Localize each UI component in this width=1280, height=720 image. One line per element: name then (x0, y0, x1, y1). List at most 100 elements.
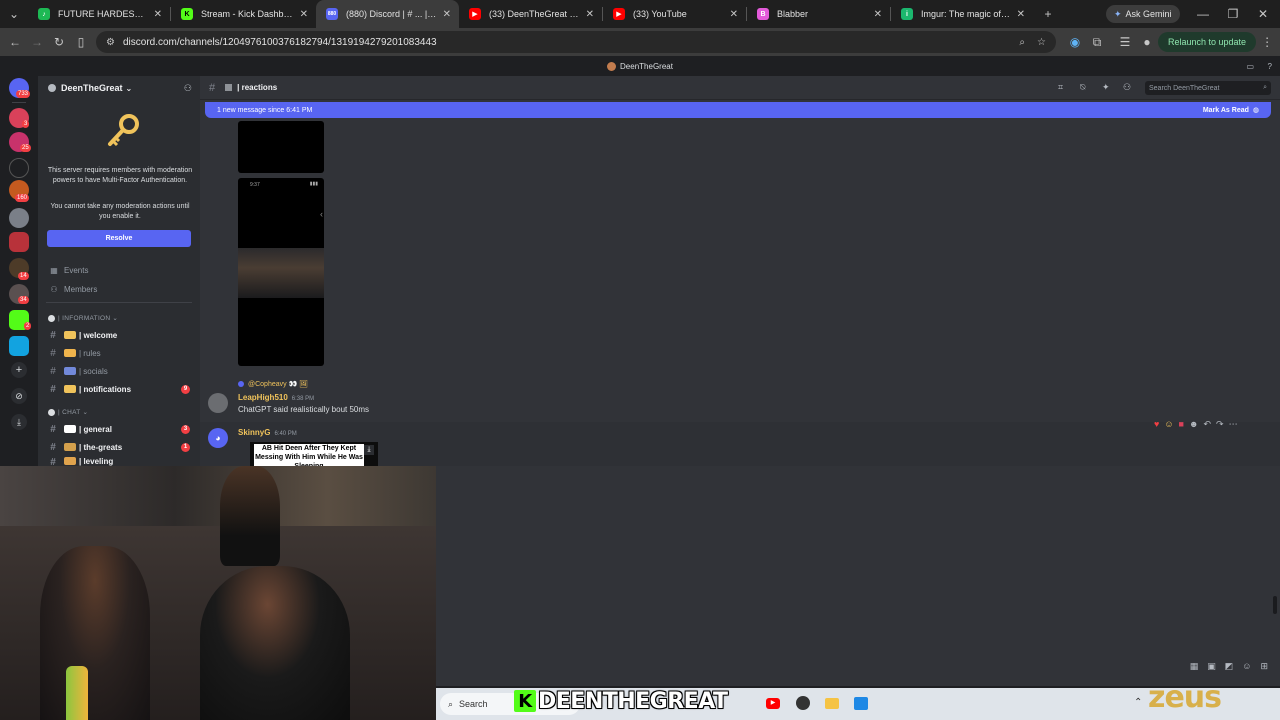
browser-tab[interactable]: ▶ (33) DeenTheGreat & Adrien ✕ (459, 0, 602, 28)
inbox-icon[interactable]: ▭ (1246, 62, 1254, 71)
browser-tab[interactable]: B Blabber ✕ (747, 0, 890, 28)
reaction-laugh-icon[interactable]: ☺ (1164, 419, 1173, 429)
members-link[interactable]: ⚇ Members (48, 285, 97, 294)
category-information[interactable]: | INFORMATION ⌄ (48, 314, 118, 322)
download-icon[interactable]: ⤓ (11, 414, 27, 430)
relaunch-button[interactable]: Relaunch to update (1158, 32, 1257, 52)
threads-icon[interactable]: ⌗ (1058, 82, 1063, 93)
apps-icon[interactable]: ⊞ (1260, 661, 1268, 672)
channel-socials[interactable]: # | socials (46, 363, 196, 379)
message-actions: ♥ ☺ ■ ☻ ↶ ↷ ⋯ (1154, 416, 1238, 432)
gift-icon[interactable]: ▦ (1190, 661, 1199, 672)
phone-status-icon: ▮▮▮ (309, 181, 318, 187)
app-icon[interactable] (854, 697, 868, 710)
bookmark-star-icon[interactable]: ☆ (1037, 37, 1046, 48)
category-chat[interactable]: | CHAT ⌄ (48, 408, 88, 416)
reload-icon[interactable]: ↻ (48, 31, 70, 53)
emoji-icon[interactable]: ☺ (1242, 661, 1251, 672)
image-attachment[interactable] (238, 121, 324, 173)
search-input[interactable]: Search DeenTheGreat ⌕ (1145, 81, 1271, 95)
mute-bell-icon[interactable]: ⍉ (1080, 82, 1085, 93)
channel-the-greats[interactable]: # | the-greats 1 (46, 439, 196, 455)
server-icon-active[interactable] (9, 232, 29, 252)
back-arrow-icon[interactable]: ← (4, 31, 26, 53)
close-tab-icon[interactable]: ✕ (300, 9, 308, 20)
author-name[interactable]: SkinnyG (238, 428, 270, 437)
zoom-icon[interactable]: ⌕ (1019, 37, 1025, 48)
chevron-up-icon[interactable]: ⌃ (1134, 697, 1142, 708)
server-icon[interactable] (9, 208, 29, 228)
new-messages-bar[interactable]: 1 new message since 6:41 PM Mark As Read… (205, 102, 1271, 118)
close-tab-icon[interactable]: ✕ (730, 9, 738, 20)
minimize-window-icon[interactable]: — (1192, 3, 1214, 25)
file-explorer-icon[interactable] (825, 698, 839, 709)
close-tab-icon[interactable]: ✕ (443, 9, 451, 20)
channel-emoji-icon (64, 367, 76, 375)
close-tab-icon[interactable]: ✕ (1017, 9, 1025, 20)
video-attachment[interactable]: AB Hit Deen After They Kept Messing With… (250, 442, 378, 466)
channel-general[interactable]: # | general 3 (46, 421, 196, 437)
mark-as-read-button[interactable]: Mark As Read ◍ (1203, 106, 1259, 115)
sidebar-toggle-icon[interactable]: ▯ (70, 31, 92, 53)
member-list-icon[interactable]: ⚇ (1123, 82, 1131, 93)
close-window-icon[interactable]: ✕ (1252, 3, 1274, 25)
discover-compass-icon[interactable]: ⊘ (11, 388, 27, 404)
person-center (200, 566, 350, 720)
author-name[interactable]: LeapHigh510 (238, 393, 288, 402)
forward-icon[interactable]: ↷ (1216, 419, 1224, 430)
extensions-puzzle-icon[interactable]: ⧉ (1086, 31, 1108, 53)
download-icon[interactable]: ⤓ (364, 445, 374, 455)
reply-icon[interactable]: ↶ (1203, 419, 1211, 430)
browser-tab[interactable]: ♪ FUTURE HARDEST SONGS 🎼 ✕ (28, 0, 170, 28)
channel-leveling[interactable]: # | leveling (46, 457, 196, 466)
server-header[interactable]: DeenTheGreat ⌄ ⚇ (38, 76, 200, 100)
profile-avatar[interactable]: ● (1136, 31, 1158, 53)
invite-people-icon[interactable]: ⚇ (184, 83, 192, 94)
address-bar[interactable]: ⚙ discord.com/channels/12049761003761827… (96, 31, 1056, 53)
browser-tab[interactable]: i Imgur: The magic of the Inte ✕ (891, 0, 1033, 28)
sticker-icon[interactable]: ◩ (1225, 661, 1234, 672)
extension-icon[interactable]: ◉ (1064, 31, 1086, 53)
add-reaction-icon[interactable]: ☻ (1189, 419, 1198, 429)
reply-preview[interactable]: @Copheavy 👀 🖼 (238, 380, 308, 388)
menu-kebab-icon[interactable]: ⋮ (1256, 31, 1278, 53)
forward-arrow-icon[interactable]: → (26, 31, 48, 53)
gif-icon[interactable]: ▣ (1207, 661, 1216, 672)
add-server-icon[interactable]: + (11, 362, 27, 378)
reaction-heart-icon[interactable]: ♥ (1154, 419, 1159, 429)
obs-icon[interactable] (796, 696, 810, 710)
browser-tab[interactable]: ▶ (33) YouTube ✕ (603, 0, 746, 28)
unread-badge: 2 (24, 322, 32, 330)
browser-tab[interactable]: K Stream - Kick Dashboard ✕ (171, 0, 316, 28)
help-icon[interactable]: ? (1268, 62, 1272, 71)
close-tab-icon[interactable]: ✕ (586, 9, 594, 20)
close-tab-icon[interactable]: ✕ (154, 9, 162, 20)
image-attachment[interactable]: 9:37 ▮▮▮ (238, 178, 324, 366)
message-composer[interactable]: ▦ ▣ ◩ ☺ ⊞ (436, 652, 1272, 682)
server-icon[interactable] (9, 336, 29, 356)
spotify-icon: ♪ (38, 8, 50, 20)
browser-tab-active[interactable]: 880 (880) Discord | # ... | reactio ✕ (316, 0, 459, 28)
close-tab-icon[interactable]: ✕ (874, 9, 882, 20)
channel-notifications[interactable]: # | notifications 9 (46, 381, 196, 397)
tab-search-chevron-icon[interactable]: ⌄ (0, 3, 28, 25)
avatar[interactable]: ◕ (208, 428, 228, 448)
timestamp: 6:40 PM (274, 431, 297, 437)
new-tab-icon[interactable]: + (1037, 3, 1059, 25)
pin-icon[interactable]: ✦ (1102, 82, 1110, 93)
reading-list-icon[interactable]: ☰ (1114, 31, 1136, 53)
reaction-custom-icon[interactable]: ■ (1179, 419, 1184, 429)
ask-gemini-button[interactable]: ✦ Ask Gemini (1106, 5, 1180, 23)
youtube-icon[interactable]: ▶ (766, 698, 780, 709)
channel-rules[interactable]: # | rules (46, 345, 196, 361)
events-link[interactable]: ▦ Events (48, 266, 88, 275)
resolve-button[interactable]: Resolve (47, 230, 191, 247)
more-options-icon[interactable]: ⋯ (1229, 419, 1238, 430)
avatar[interactable] (208, 393, 228, 413)
restore-window-icon[interactable]: ❐ (1222, 3, 1244, 25)
chevron-left-icon[interactable]: ‹ (320, 209, 323, 219)
site-info-icon[interactable]: ⚙ (106, 37, 115, 48)
server-icon[interactable] (9, 158, 29, 178)
scrollbar[interactable] (1273, 596, 1277, 614)
channel-welcome[interactable]: # | welcome (46, 327, 196, 343)
